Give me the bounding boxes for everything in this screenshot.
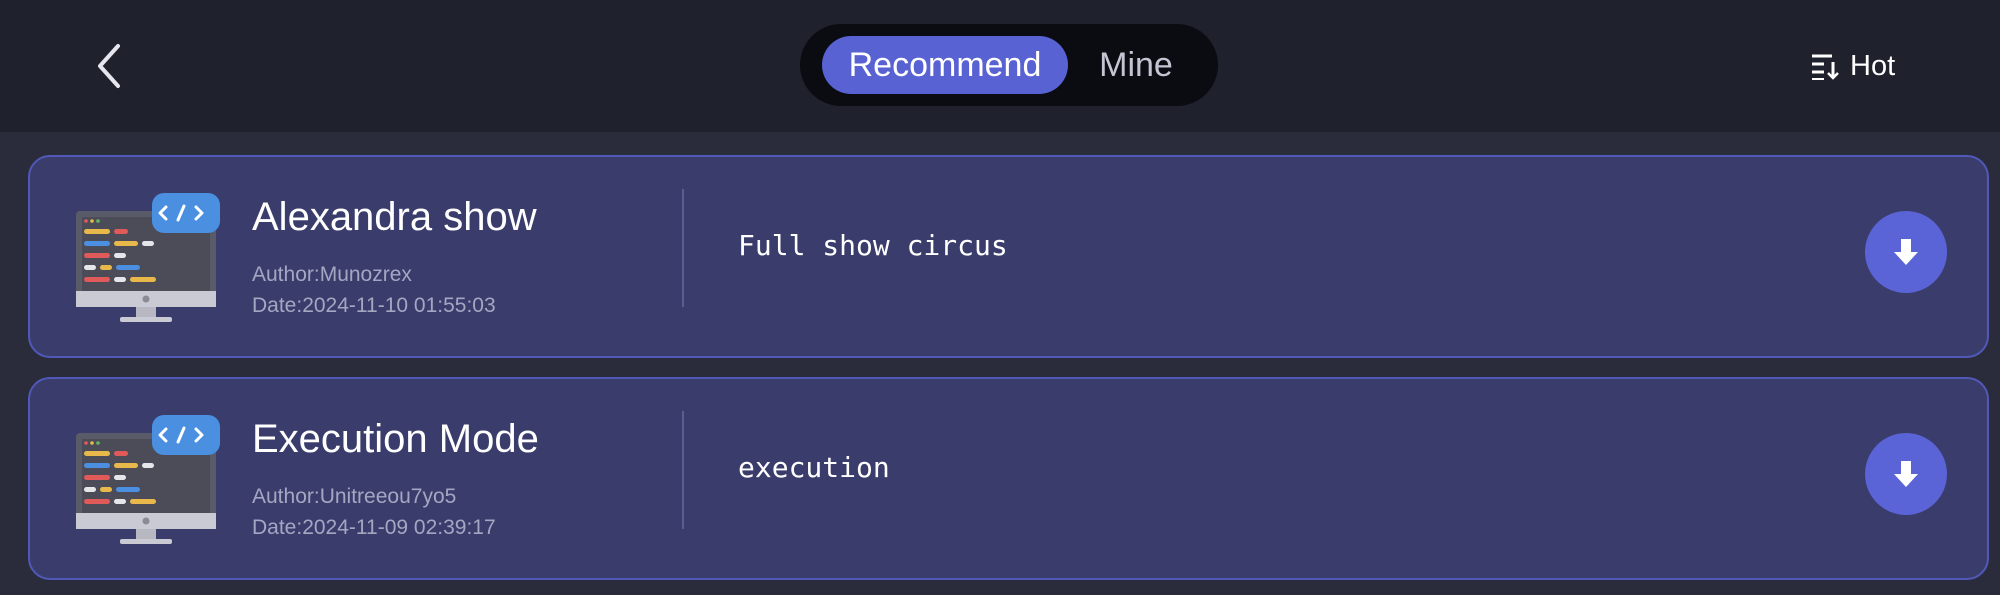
view-segmented-control: Recommend Mine xyxy=(800,24,1218,106)
card-divider xyxy=(682,411,684,529)
program-author: Author:Unitreeou7yo5 xyxy=(252,485,457,508)
tab-mine[interactable]: Mine xyxy=(1072,36,1200,94)
chevron-left-icon xyxy=(98,44,120,88)
download-icon xyxy=(1894,461,1918,487)
code-monitor-icon xyxy=(76,415,220,544)
top-bar: Recommend Mine Hot xyxy=(0,0,2000,132)
sort-button[interactable]: Hot xyxy=(1810,44,1895,88)
program-card[interactable]: Alexandra show Author:Munozrex Date:2024… xyxy=(28,155,1989,358)
program-date: Date:2024-11-09 02:39:17 xyxy=(252,516,496,539)
program-title: Alexandra show xyxy=(252,195,537,239)
sort-label: Hot xyxy=(1850,49,1896,82)
program-description: Full show circus xyxy=(738,229,1008,262)
sort-list-icon xyxy=(1812,54,1839,80)
program-title: Execution Mode xyxy=(252,417,539,461)
download-icon xyxy=(1894,239,1918,265)
program-description: execution xyxy=(738,451,890,484)
back-button[interactable] xyxy=(84,38,134,94)
download-button[interactable] xyxy=(1865,211,1947,293)
program-card[interactable]: Execution Mode Author:Unitreeou7yo5 Date… xyxy=(28,377,1989,580)
program-date: Date:2024-11-10 01:55:03 xyxy=(252,294,496,317)
program-author: Author:Munozrex xyxy=(252,263,412,286)
tab-recommend[interactable]: Recommend xyxy=(822,36,1068,94)
download-button[interactable] xyxy=(1865,433,1947,515)
card-divider xyxy=(682,189,684,307)
code-monitor-icon xyxy=(76,193,220,322)
